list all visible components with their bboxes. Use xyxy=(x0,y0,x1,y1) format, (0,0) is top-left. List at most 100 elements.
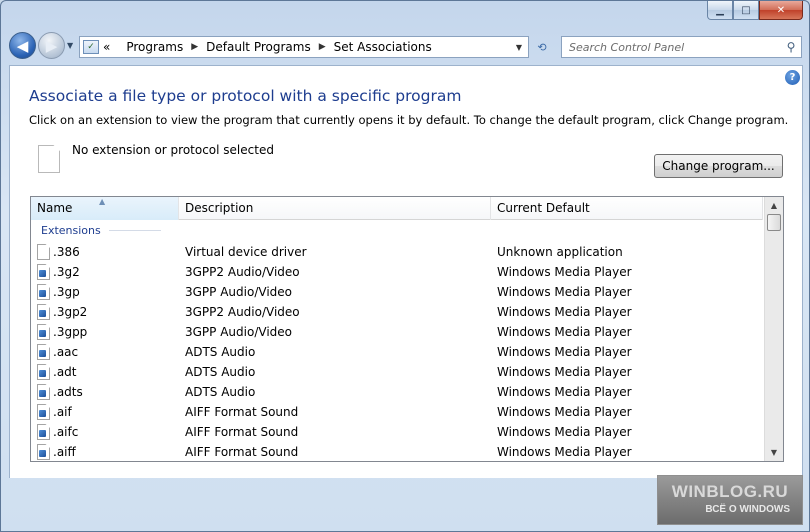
scrollbar-thumb[interactable] xyxy=(767,214,781,231)
minimize-button[interactable]: ▁ xyxy=(707,1,733,20)
breadcrumb-default-programs[interactable]: Default Programs xyxy=(206,40,311,54)
cell-description: 3GPP2 Audio/Video xyxy=(185,265,300,279)
extension-name: .3gp xyxy=(53,285,80,299)
watermark-logo: WINBLOG.RU ВСЁ О WINDOWS xyxy=(657,475,803,525)
list-header: ▲ Name Description Current Default xyxy=(31,197,763,220)
maximize-button[interactable]: □ xyxy=(733,1,759,20)
back-button[interactable]: ◀ xyxy=(9,32,36,59)
extension-name: .aac xyxy=(53,345,79,359)
cell-name: .aif xyxy=(31,404,179,420)
vertical-scrollbar[interactable]: ▲ ▼ xyxy=(764,197,783,461)
media-file-icon xyxy=(37,324,50,340)
media-file-icon xyxy=(37,424,50,440)
help-icon[interactable]: ? xyxy=(785,70,800,85)
table-row[interactable]: .3gp2 3GPP2 Audio/Video Windows Media Play… xyxy=(31,302,763,322)
change-program-button[interactable]: Change program... xyxy=(654,154,783,178)
cell-description: AIFF Format Sound xyxy=(185,425,299,439)
cell-name: .3gp xyxy=(31,284,179,300)
associations-list[interactable]: ▲ Name Description Current Default Exten… xyxy=(30,196,784,462)
cell-current-default: Windows Media Player xyxy=(497,285,632,299)
media-file-icon xyxy=(37,444,50,460)
refresh-icon[interactable]: ⟲ xyxy=(531,37,553,57)
cell-name: .aifc xyxy=(31,424,179,440)
table-row[interactable]: .adt ADTS Audio Windows Media Player xyxy=(31,362,763,382)
control-panel-window: ▁ □ ✕ ◀ ▶ ▼ ✓ « Programs ▶ Default Progr… xyxy=(0,0,810,532)
table-row[interactable]: .aif AIFF Format Sound Windows Media Playe… xyxy=(31,402,763,422)
cell-description: Virtual device driver xyxy=(185,245,307,259)
sort-ascending-icon: ▲ xyxy=(99,197,106,206)
navigation-buttons: ◀ ▶ ▼ xyxy=(9,32,73,59)
cell-description: AIFF Format Sound xyxy=(185,405,299,419)
cell-name: .adts xyxy=(31,384,179,400)
caption-buttons: ▁ □ ✕ xyxy=(707,1,803,21)
media-file-icon xyxy=(37,264,50,280)
cell-current-default: Windows Media Player xyxy=(497,265,632,279)
table-row[interactable]: .aifc AIFF Format Sound Windows Media Play… xyxy=(31,422,763,442)
extension-name: .386 xyxy=(53,245,80,259)
cell-current-default: Windows Media Player xyxy=(497,345,632,359)
breadcrumb-overflow[interactable]: « xyxy=(103,40,110,54)
cell-name: .adt xyxy=(31,364,179,380)
extension-name: .3gp2 xyxy=(53,305,88,319)
close-button[interactable]: ✕ xyxy=(759,1,803,20)
extension-name: .aifc xyxy=(53,425,79,439)
cell-name: .aac xyxy=(31,344,179,360)
search-icon[interactable]: ⚲ xyxy=(781,40,801,54)
cell-description: 3GPP2 Audio/Video xyxy=(185,305,300,319)
cell-current-default: Windows Media Player xyxy=(497,325,632,339)
cell-name: .3gpp xyxy=(31,324,179,340)
cell-description: 3GPP Audio/Video xyxy=(185,325,292,339)
list-rows: .386 Virtual device driver Unknown applica… xyxy=(31,242,763,461)
table-row[interactable]: .386 Virtual device driver Unknown applica… xyxy=(31,242,763,262)
media-file-icon xyxy=(37,404,50,420)
search-input[interactable] xyxy=(562,40,781,54)
cell-name: .3g2 xyxy=(31,264,179,280)
search-box[interactable]: ⚲ xyxy=(561,36,802,58)
media-file-icon xyxy=(37,284,50,300)
extension-name: .3g2 xyxy=(53,265,80,279)
address-bar[interactable]: ✓ « Programs ▶ Default Programs ▶ Set As… xyxy=(79,36,529,58)
breadcrumb-set-associations[interactable]: Set Associations xyxy=(334,40,432,54)
table-row[interactable]: .3gp 3GPP Audio/Video Windows Media Player xyxy=(31,282,763,302)
scroll-up-icon[interactable]: ▲ xyxy=(765,197,783,214)
column-header-name[interactable]: ▲ Name xyxy=(31,197,179,220)
cell-current-default: Windows Media Player xyxy=(497,385,632,399)
table-row[interactable]: .3gpp 3GPP Audio/Video Windows Media Playe… xyxy=(31,322,763,342)
forward-button[interactable]: ▶ xyxy=(38,32,65,59)
cell-current-default: Windows Media Player xyxy=(497,305,632,319)
breadcrumb-programs[interactable]: Programs xyxy=(126,40,183,54)
group-header-extensions[interactable]: Extensions xyxy=(41,224,741,237)
group-divider xyxy=(108,230,161,231)
cell-current-default: Windows Media Player xyxy=(497,445,632,459)
cell-description: ADTS Audio xyxy=(185,345,256,359)
media-file-icon xyxy=(37,364,50,380)
cell-current-default: Windows Media Player xyxy=(497,405,632,419)
extension-name: .aif xyxy=(53,405,72,419)
table-row[interactable]: .aiff AIFF Format Sound Windows Media Play… xyxy=(31,442,763,461)
selected-item-text: No extension or protocol selected xyxy=(72,143,274,157)
blank-document-icon xyxy=(38,145,60,173)
cell-description: 3GPP Audio/Video xyxy=(185,285,292,299)
cell-description: ADTS Audio xyxy=(185,385,256,399)
address-dropdown-icon[interactable]: ▼ xyxy=(516,43,522,52)
recent-pages-dropdown-icon[interactable]: ▼ xyxy=(67,41,73,50)
column-header-description[interactable]: Description xyxy=(179,197,491,220)
table-row[interactable]: .3g2 3GPP2 Audio/Video Windows Media Playe… xyxy=(31,262,763,282)
table-row[interactable]: .adts ADTS Audio Windows Media Player xyxy=(31,382,763,402)
page-title: Associate a file type or protocol with a… xyxy=(29,87,462,105)
table-row[interactable]: .aac ADTS Audio Windows Media Player xyxy=(31,342,763,362)
column-header-current-default[interactable]: Current Default xyxy=(491,197,763,220)
chevron-right-icon[interactable]: ▶ xyxy=(191,42,198,52)
media-file-icon xyxy=(37,304,50,320)
cell-current-default: Unknown application xyxy=(497,245,623,259)
blank-file-icon xyxy=(37,244,50,260)
extension-name: .3gpp xyxy=(53,325,88,339)
chevron-right-icon[interactable]: ▶ xyxy=(319,42,326,52)
cell-current-default: Windows Media Player xyxy=(497,425,632,439)
cell-description: AIFF Format Sound xyxy=(185,445,299,459)
scroll-down-icon[interactable]: ▼ xyxy=(765,444,783,461)
extension-name: .adt xyxy=(53,365,77,379)
cell-name: .386 xyxy=(31,244,179,260)
cell-description: ADTS Audio xyxy=(185,365,256,379)
control-panel-icon: ✓ xyxy=(83,40,99,54)
